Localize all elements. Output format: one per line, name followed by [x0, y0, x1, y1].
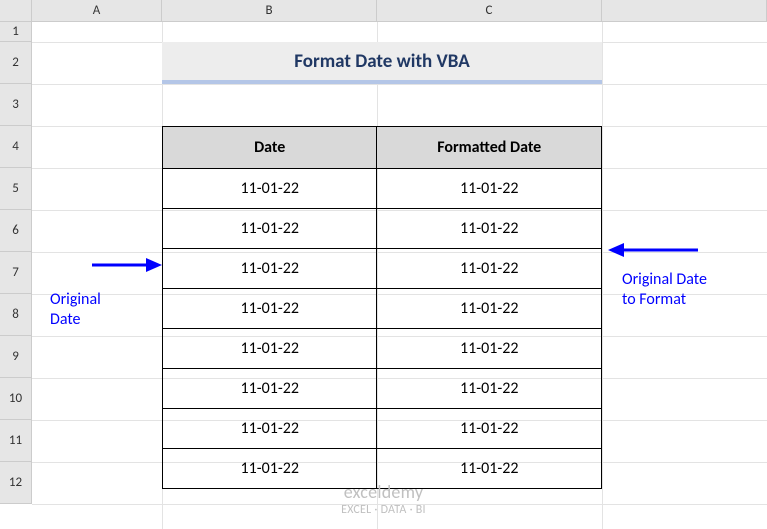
row-header-12[interactable]: 12 [0, 462, 31, 504]
select-all-corner[interactable] [0, 0, 32, 21]
table-row: 11-01-2211-01-22 [163, 209, 602, 249]
table-row: 11-01-2211-01-22 [163, 169, 602, 209]
annotation-text: Original Date [622, 270, 762, 290]
row-header-2[interactable]: 2 [0, 42, 31, 84]
cell-formatted[interactable]: 11-01-22 [377, 249, 602, 289]
row-headers: 1 2 3 4 5 6 7 8 9 10 11 12 [0, 22, 32, 504]
title-cell[interactable]: Format Date with VBA [162, 42, 602, 84]
cell-formatted[interactable]: 11-01-22 [377, 169, 602, 209]
cell-date[interactable]: 11-01-22 [163, 329, 377, 369]
row-header-11[interactable]: 11 [0, 420, 31, 462]
excel-sheet: A B C 1 2 3 4 5 6 7 8 9 10 11 12 Fo [0, 0, 767, 529]
header-date[interactable]: Date [163, 127, 377, 169]
cell-date[interactable]: 11-01-22 [163, 249, 377, 289]
arrow-right-icon [608, 240, 698, 260]
cell-formatted[interactable]: 11-01-22 [377, 409, 602, 449]
cell-date[interactable]: 11-01-22 [163, 449, 377, 489]
cell-formatted[interactable]: 11-01-22 [377, 369, 602, 409]
column-header-b[interactable]: B [162, 0, 377, 21]
table-row: 11-01-2211-01-22 [163, 409, 602, 449]
row-header-4[interactable]: 4 [0, 126, 31, 168]
cell-date[interactable]: 11-01-22 [163, 209, 377, 249]
row-header-1[interactable]: 1 [0, 22, 31, 42]
table-row: 11-01-2211-01-22 [163, 249, 602, 289]
annotation-text: Date [50, 310, 150, 330]
row-header-9[interactable]: 9 [0, 336, 31, 378]
header-formatted-date[interactable]: Formatted Date [377, 127, 602, 169]
column-header-a[interactable]: A [32, 0, 162, 21]
annotation-text: to Format [622, 290, 762, 310]
annotation-text: Original [50, 290, 150, 310]
table-row: 11-01-2211-01-22 [163, 329, 602, 369]
cell-formatted[interactable]: 11-01-22 [377, 289, 602, 329]
cell-date[interactable]: 11-01-22 [163, 289, 377, 329]
row-header-3[interactable]: 3 [0, 84, 31, 126]
cell-date[interactable]: 11-01-22 [163, 169, 377, 209]
row-header-6[interactable]: 6 [0, 210, 31, 252]
table-row: 11-01-2211-01-22 [163, 289, 602, 329]
table-row: 11-01-2211-01-22 [163, 449, 602, 489]
row-header-8[interactable]: 8 [0, 294, 31, 336]
annotation-right: Original Date to Format [622, 270, 762, 310]
row-header-7[interactable]: 7 [0, 252, 31, 294]
cell-formatted[interactable]: 11-01-22 [377, 329, 602, 369]
data-table: Date Formatted Date 11-01-2211-01-22 11-… [162, 126, 602, 489]
cell-formatted[interactable]: 11-01-22 [377, 209, 602, 249]
row-header-5[interactable]: 5 [0, 168, 31, 210]
row-header-10[interactable]: 10 [0, 378, 31, 420]
arrow-left-icon [92, 255, 162, 275]
table-header-row: Date Formatted Date [163, 127, 602, 169]
column-header-c[interactable]: C [377, 0, 602, 21]
cell-date[interactable]: 11-01-22 [163, 409, 377, 449]
cell-formatted[interactable]: 11-01-22 [377, 449, 602, 489]
table-row: 11-01-2211-01-22 [163, 369, 602, 409]
annotation-left: Original Date [50, 290, 150, 330]
column-headers: A B C [0, 0, 767, 22]
cell-date[interactable]: 11-01-22 [163, 369, 377, 409]
column-header-d[interactable] [602, 0, 767, 21]
